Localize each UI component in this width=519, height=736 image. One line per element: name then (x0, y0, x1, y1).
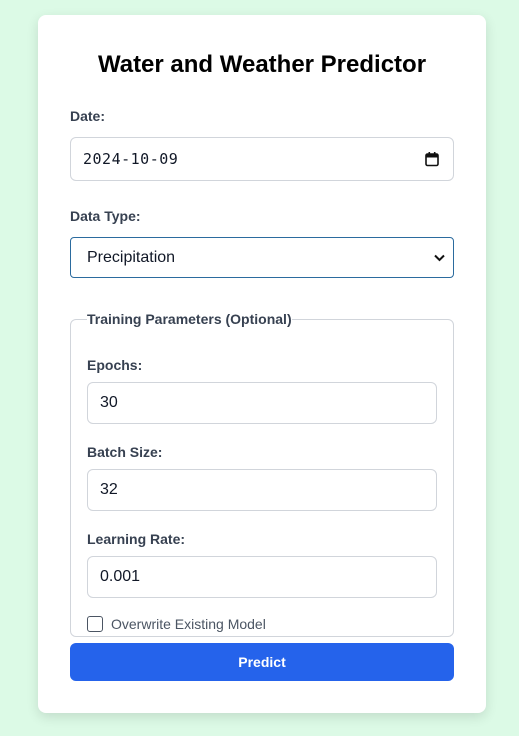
data-type-value: Precipitation (87, 248, 176, 266)
epochs-value: 30 (100, 394, 118, 411)
training-parameters-legend: Training Parameters (Optional) (87, 311, 292, 327)
chevron-down-icon (434, 254, 445, 261)
training-parameters-fieldset: Training Parameters (Optional) Epochs: 3… (70, 311, 454, 637)
date-label: Date: (70, 108, 106, 124)
overwrite-checkbox[interactable] (87, 616, 103, 632)
learning-rate-label: Learning Rate: (87, 531, 186, 547)
epochs-input[interactable]: 30 (87, 382, 437, 424)
data-type-select[interactable]: Precipitation (70, 237, 454, 278)
predict-button[interactable]: Predict (70, 643, 454, 681)
predictor-card: Water and Weather Predictor Date: 2024-1… (38, 15, 486, 713)
overwrite-row: Overwrite Existing Model (87, 616, 437, 632)
batch-size-label: Batch Size: (87, 444, 163, 460)
learning-rate-value: 0.001 (100, 568, 141, 585)
overwrite-label[interactable]: Overwrite Existing Model (111, 616, 266, 632)
date-value: 2024-10-09 (83, 150, 179, 168)
data-type-label: Data Type: (70, 208, 141, 224)
epochs-label: Epochs: (87, 357, 143, 373)
batch-size-value: 32 (100, 481, 118, 498)
learning-rate-input[interactable]: 0.001 (87, 556, 437, 598)
batch-size-input[interactable]: 32 (87, 469, 437, 511)
page-title: Water and Weather Predictor (97, 51, 427, 78)
date-input[interactable]: 2024-10-09 (70, 137, 454, 181)
calendar-icon[interactable] (425, 152, 439, 167)
